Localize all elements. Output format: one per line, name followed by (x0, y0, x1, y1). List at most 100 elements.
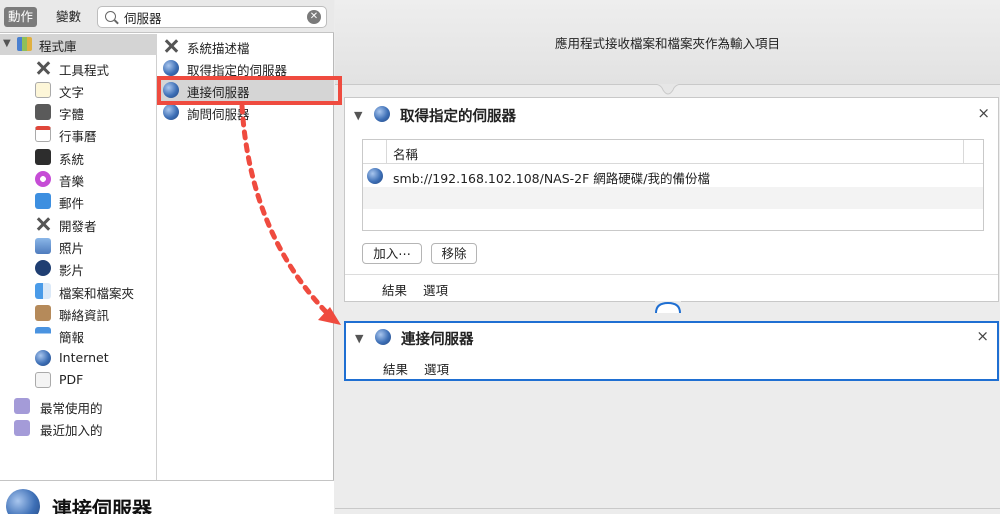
action-label: 詢問伺服器 (187, 107, 250, 122)
remove-button[interactable]: 移除 (431, 243, 477, 264)
collapse-triangle-icon[interactable]: ▼ (355, 332, 363, 345)
category-pdf[interactable]: PDF (0, 369, 157, 391)
library-root-item[interactable]: ▼ 程式庫 (0, 34, 157, 55)
globe-icon (35, 350, 51, 366)
category-files-folders[interactable]: 檔案和檔案夾 (0, 280, 157, 302)
add-button[interactable]: 加入⋯ (362, 243, 422, 264)
card-footer-tabs: 結果 選項 (383, 359, 465, 378)
table-row-empty[interactable] (363, 187, 983, 209)
category-label: 影片 (59, 263, 85, 278)
library-root-label: 程式庫 (39, 39, 77, 54)
calendar-icon (35, 126, 51, 142)
pdf-icon (35, 372, 51, 388)
action-system-profile[interactable]: 系統描述檔 (158, 35, 334, 57)
connector-notch (653, 84, 683, 95)
category-movies[interactable]: 影片 (0, 257, 157, 279)
category-label: PDF (59, 372, 84, 387)
column-header-name[interactable]: 名稱 (393, 144, 418, 163)
category-list: ▼ 程式庫 工具程式 文字 字體 行事曆 系統 音樂 郵件 開發者 照片 影片 … (0, 34, 157, 480)
server-table: 名稱 smb://192.168.102.108/NAS-2F 網路硬碟/我的備… (362, 139, 984, 231)
globe-icon (163, 104, 179, 120)
search-field[interactable]: ✕ (97, 6, 327, 28)
server-address: smb://192.168.102.108/NAS-2F 網路硬碟/我的備份檔 (393, 171, 710, 186)
music-icon (35, 171, 51, 187)
search-icon (105, 11, 116, 22)
tab-options[interactable]: 選項 (423, 283, 448, 298)
category-developer[interactable]: 開發者 (0, 213, 157, 235)
category-label: 文字 (59, 85, 85, 100)
table-row[interactable]: smb://192.168.102.108/NAS-2F 網路硬碟/我的備份檔 (363, 165, 983, 187)
highlight-box (157, 76, 342, 105)
category-internet[interactable]: Internet (0, 347, 157, 369)
action-description-panel: 連接伺服器 (0, 480, 334, 514)
category-label: 照片 (59, 241, 85, 256)
tab-variables[interactable]: 變數 (52, 7, 85, 27)
smart-group-recently-added[interactable]: 最近加入的 (0, 417, 157, 439)
action-card-connect-to-servers: ▼ 連接伺服器 × 結果 選項 (344, 321, 999, 381)
finder-icon (35, 283, 51, 299)
tab-results[interactable]: 結果 (382, 283, 407, 298)
mail-icon (35, 193, 51, 209)
globe-icon (367, 168, 383, 184)
smart-folder-icon (14, 398, 30, 414)
card-footer-tabs: 結果 選項 (382, 280, 464, 299)
system-icon (35, 149, 51, 165)
photos-icon (35, 238, 51, 254)
workflow-input-label: 應用程式接收檔案和檔案夾作為輸入項目 (554, 36, 780, 51)
tab-results[interactable]: 結果 (383, 362, 408, 377)
text-document-icon (35, 82, 51, 98)
category-fonts[interactable]: 字體 (0, 101, 157, 123)
developer-tools-icon (35, 216, 51, 232)
tools-icon (35, 60, 51, 76)
category-label: 聯絡資訊 (59, 308, 110, 323)
category-label: 音樂 (59, 174, 85, 189)
globe-icon (6, 489, 40, 514)
category-utilities[interactable]: 工具程式 (0, 57, 157, 79)
clear-search-icon[interactable]: ✕ (307, 10, 321, 24)
disclosure-triangle-icon[interactable]: ▼ (3, 38, 11, 49)
description-title: 連接伺服器 (52, 497, 152, 514)
category-mail[interactable]: 郵件 (0, 190, 157, 212)
category-text[interactable]: 文字 (0, 79, 157, 101)
table-header: 名稱 (363, 140, 983, 164)
category-presentations[interactable]: 簡報 (0, 324, 157, 346)
smart-folder-icon (14, 420, 30, 436)
keynote-icon (35, 327, 51, 343)
category-photos[interactable]: 照片 (0, 235, 157, 257)
action-card-get-specified-servers: ▼ 取得指定的伺服器 × 名稱 smb://192.168.102.108/NA… (344, 97, 999, 302)
category-music[interactable]: 音樂 (0, 168, 157, 190)
collapse-triangle-icon[interactable]: ▼ (354, 109, 362, 122)
quicktime-icon (35, 260, 51, 276)
library-toolbar: 動作 變數 ✕ (0, 0, 334, 33)
card-connector (655, 301, 681, 323)
category-label: 開發者 (59, 219, 97, 234)
search-input[interactable] (124, 8, 294, 26)
action-label: 系統描述檔 (187, 41, 250, 56)
workflow-input-header: 應用程式接收檔案和檔案夾作為輸入項目 (335, 0, 1000, 85)
category-contacts[interactable]: 聯絡資訊 (0, 302, 157, 324)
close-icon[interactable]: × (976, 327, 989, 345)
smart-group-label: 最常使用的 (40, 401, 103, 416)
smart-group-label: 最近加入的 (40, 423, 103, 438)
category-system[interactable]: 系統 (0, 146, 157, 168)
divider (335, 508, 1000, 509)
library-icon (17, 37, 32, 51)
tab-options[interactable]: 選項 (424, 362, 449, 377)
category-label: 行事曆 (59, 129, 97, 144)
divider (345, 274, 998, 275)
contacts-icon (35, 305, 51, 321)
tab-actions[interactable]: 動作 (4, 7, 38, 27)
font-book-icon (35, 104, 51, 120)
category-calendar[interactable]: 行事曆 (0, 123, 157, 145)
category-label: 郵件 (59, 196, 85, 211)
category-label: 系統 (59, 152, 85, 167)
globe-icon (163, 60, 179, 76)
close-icon[interactable]: × (977, 104, 990, 122)
card-title: 連接伺服器 (401, 332, 474, 348)
globe-icon (375, 329, 391, 345)
smart-group-most-used[interactable]: 最常使用的 (0, 395, 157, 417)
tools-icon (163, 38, 179, 54)
card-title: 取得指定的伺服器 (400, 109, 516, 125)
globe-icon (374, 106, 390, 122)
table-header-cell (963, 140, 983, 164)
